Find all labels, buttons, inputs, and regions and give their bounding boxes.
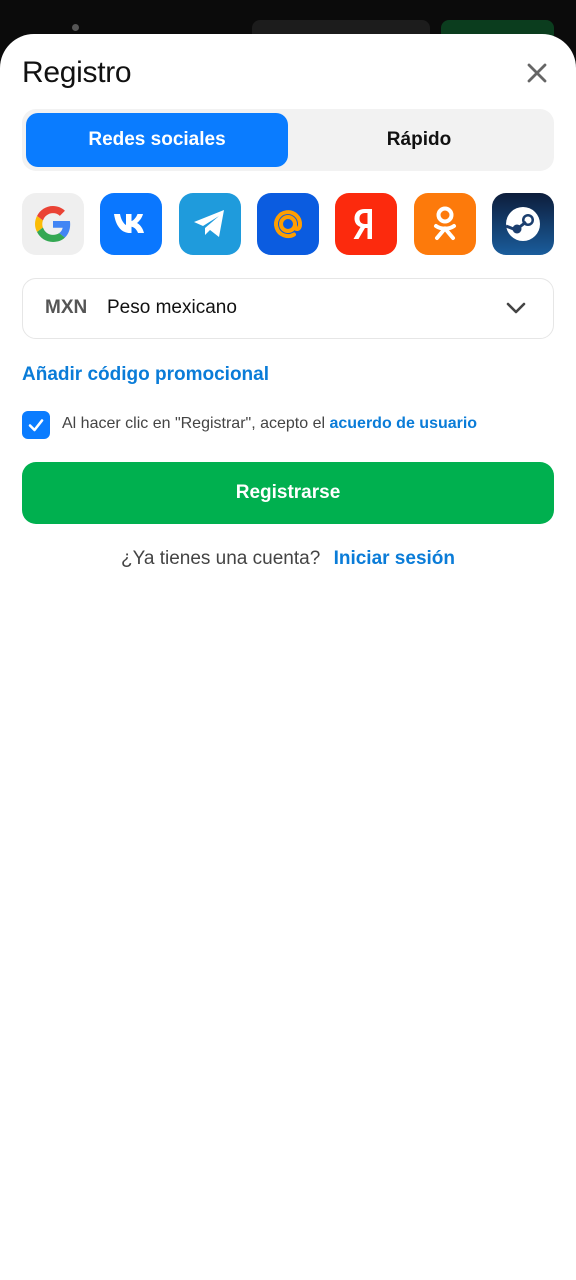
tab-social-networks[interactable]: Redes sociales <box>26 113 288 167</box>
odnoklassniki-icon <box>434 206 456 240</box>
telegram-icon <box>194 210 224 237</box>
currency-code: MXN <box>45 297 88 318</box>
login-link[interactable]: Iniciar sesión <box>334 548 455 569</box>
close-icon <box>527 63 547 83</box>
odnoklassniki-login-button[interactable] <box>414 193 476 255</box>
mail-login-button[interactable] <box>257 193 319 255</box>
tab-quick[interactable]: Rápido <box>288 113 550 167</box>
telegram-login-button[interactable] <box>179 193 241 255</box>
currency-name: Peso mexicano <box>107 297 237 318</box>
steam-login-button[interactable] <box>492 193 554 255</box>
at-sign-icon <box>274 210 303 239</box>
social-login-row <box>22 193 554 255</box>
agreement-text-row: Al hacer clic en "Registrar", acepto el … <box>62 415 477 433</box>
google-login-button[interactable] <box>22 193 84 255</box>
register-button[interactable]: Registrarse <box>22 462 554 524</box>
login-prompt-text: ¿Ya tienes una cuenta? <box>120 548 321 569</box>
agreement-checkbox[interactable] <box>22 411 50 439</box>
login-prompt-row: ¿Ya tienes una cuenta? Iniciar sesión <box>0 548 576 570</box>
chevron-down-icon <box>506 302 526 314</box>
yandex-login-button[interactable] <box>335 193 397 255</box>
steam-icon <box>505 207 540 241</box>
vk-icon <box>114 214 144 233</box>
background-dot <box>72 24 79 31</box>
registration-tabs: Redes sociales Rápido <box>22 109 554 171</box>
google-icon <box>35 206 71 242</box>
modal-title: Registro <box>22 56 132 89</box>
add-promo-code-link[interactable]: Añadir código promocional <box>22 364 269 386</box>
user-agreement-link[interactable]: acuerdo de usuario <box>329 415 477 432</box>
agreement-text: Al hacer clic en "Registrar", acepto el <box>62 415 326 432</box>
close-button[interactable] <box>522 58 552 88</box>
yandex-icon <box>353 209 372 239</box>
checkmark-icon <box>28 419 44 432</box>
currency-select[interactable]: MXN Peso mexicano <box>22 278 554 339</box>
registration-modal: Registro Redes sociales Rápido MXN Peso … <box>0 34 576 1280</box>
vk-login-button[interactable] <box>100 193 162 255</box>
